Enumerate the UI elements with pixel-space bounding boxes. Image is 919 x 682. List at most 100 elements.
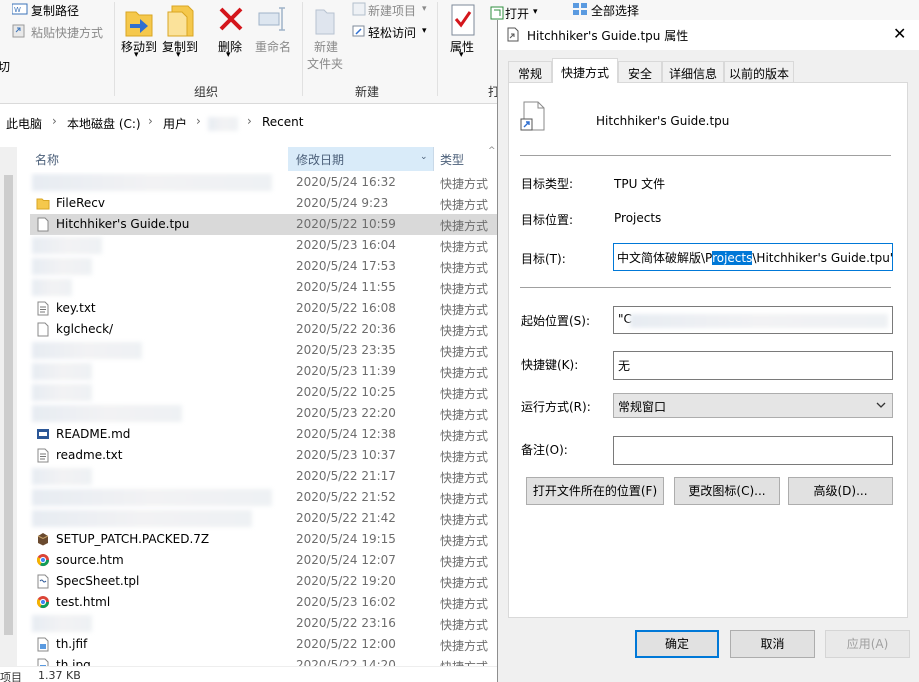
file-row[interactable]: Hitchhiker's Guide.tpu 2020/5/22 10:59 快捷方… [0, 214, 498, 235]
file-name: th.jfif [56, 637, 88, 651]
copy-path-button[interactable]: 复制路径 [31, 2, 79, 19]
file-type: 快捷方式 [440, 576, 489, 590]
run-select[interactable]: 常规窗口 [613, 393, 893, 418]
file-type: 快捷方式 [440, 555, 489, 569]
file-row[interactable]: kglcheck/2020/5/22 20:36 快捷方式 [0, 319, 498, 340]
file-name: key.txt [56, 301, 96, 315]
file-row[interactable]: 2020/5/22 10:25 快捷方式 [0, 382, 498, 403]
paste-shortcut-button[interactable]: 粘贴快捷方式 [31, 24, 103, 41]
file-type: 快捷方式 [440, 177, 489, 191]
file-row[interactable]: README.md 2020/5/24 12:38 快捷方式 [0, 424, 498, 445]
file-type: 快捷方式 [440, 450, 489, 464]
file-row[interactable]: 2020/5/24 16:32 快捷方式 [0, 172, 498, 193]
redacted-username [208, 117, 238, 131]
breadcrumb-chevron-icon[interactable]: › [148, 114, 153, 128]
file-row[interactable]: key.txt 2020/5/22 16:08 快捷方式 [0, 298, 498, 319]
tab-general[interactable]: 常规 [508, 61, 552, 83]
rename-icon [258, 7, 285, 31]
easy-access-icon [352, 25, 365, 37]
hotkey-input[interactable]: 无 [613, 351, 893, 380]
tab-previous-versions[interactable]: 以前的版本 [724, 61, 794, 83]
column-header-date[interactable]: 修改日期 [296, 151, 344, 168]
file-row[interactable]: 2020/5/23 22:20 快捷方式 [0, 403, 498, 424]
file-row[interactable]: 2020/5/23 16:04 快捷方式 [0, 235, 498, 256]
file-name: FileRecv [56, 196, 105, 210]
chevron-down-icon[interactable]: ⌄ [420, 152, 428, 162]
file-row[interactable]: 2020/5/22 21:17 快捷方式 [0, 466, 498, 487]
chevron-up-icon: ^ [488, 146, 496, 156]
change-icon-button[interactable]: 更改图标(C)... [674, 477, 780, 505]
easy-access-button[interactable]: 轻松访问 [368, 24, 416, 41]
file-row[interactable]: 2020/5/23 23:35 快捷方式 [0, 340, 498, 361]
apply-button[interactable]: 应用(A) [825, 630, 910, 658]
shortcut-file-name: Hitchhiker's Guide.tpu [596, 114, 730, 128]
redacted-file-name [32, 510, 252, 527]
target-input-text[interactable]: 中文简体破解版\Projects\Hitchhiker's Guide.tpu" [617, 249, 892, 266]
file-row[interactable]: 2020/5/22 21:42 快捷方式 [0, 508, 498, 529]
column-header-type[interactable]: 类型 [440, 151, 464, 168]
file-row[interactable]: 2020/5/22 21:52 快捷方式 [0, 487, 498, 508]
breadcrumb-users[interactable]: 用户 [163, 115, 187, 132]
archive-file-icon [36, 532, 50, 547]
breadcrumb-chevron-icon[interactable]: › [196, 114, 201, 128]
breadcrumb-chevron-icon[interactable]: › [52, 114, 57, 128]
advanced-button[interactable]: 高级(D)... [788, 477, 893, 505]
file-date: 2020/5/22 21:52 [296, 490, 396, 504]
file-row[interactable]: 2020/5/23 11:39 快捷方式 [0, 361, 498, 382]
redacted-file-name [32, 174, 272, 191]
new-folder-line2[interactable]: 文件夹 [300, 55, 350, 72]
breadcrumb-local-disk[interactable]: 本地磁盘 (C:) [67, 115, 141, 132]
column-header-name[interactable]: 名称 [35, 151, 59, 168]
tab-shortcut[interactable]: 快捷方式 [552, 58, 618, 83]
start-in-input[interactable]: "C [613, 306, 893, 334]
select-all-button[interactable]: 全部选择 [591, 2, 639, 19]
redacted-file-name [32, 468, 92, 485]
new-folder-line1[interactable]: 新建 [306, 38, 346, 55]
file-row[interactable]: source.htm 2020/5/24 12:07 快捷方式 [0, 550, 498, 571]
file-name: source.htm [56, 553, 124, 567]
breadcrumb-recent[interactable]: Recent [262, 115, 303, 129]
comment-input[interactable] [613, 436, 893, 465]
hotkey-label: 快捷键(K): [521, 358, 579, 372]
status-bar: 项目 1.37 KB [0, 666, 498, 682]
ok-button[interactable]: 确定 [635, 630, 719, 658]
file-row[interactable]: th.jpg 2020/5/22 14:20 快捷方式 [0, 655, 498, 666]
file-type: 快捷方式 [440, 408, 489, 422]
chevron-down-icon[interactable] [876, 400, 886, 410]
file-date: 2020/5/24 16:32 [296, 175, 396, 189]
file-row[interactable]: FileRecv 2020/5/24 9:23 快捷方式 [0, 193, 498, 214]
dialog-title: Hitchhiker's Guide.tpu 属性 [527, 29, 689, 43]
file-date: 2020/5/22 16:08 [296, 301, 396, 315]
move-to-button[interactable]: 移动到 [119, 38, 159, 55]
file-date: 2020/5/24 12:38 [296, 427, 396, 441]
target-input[interactable]: 中文简体破解版\Projects\Hitchhiker's Guide.tpu" [613, 243, 893, 271]
tab-security[interactable]: 安全 [618, 61, 662, 83]
redacted-file-name [32, 615, 92, 632]
file-row[interactable]: SETUP_PATCH.PACKED.7Z 2020/5/24 19:15 快捷方式 [0, 529, 498, 550]
breadcrumb-this-pc[interactable]: 此电脑 [6, 115, 42, 132]
close-icon[interactable]: ✕ [893, 24, 906, 44]
cancel-button[interactable]: 取消 [730, 630, 815, 658]
file-date: 2020/5/22 12:00 [296, 637, 396, 651]
new-item-button[interactable]: 新建项目 [368, 2, 416, 19]
ribbon-separator [302, 2, 303, 96]
file-row[interactable]: 2020/5/24 11:55 快捷方式 [0, 277, 498, 298]
file-row[interactable]: SpecSheet.tpl 2020/5/22 19:20 快捷方式 [0, 571, 498, 592]
redacted-path [630, 314, 888, 328]
file-date: 2020/5/23 23:35 [296, 343, 396, 357]
file-row[interactable]: 2020/5/24 17:53 快捷方式 [0, 256, 498, 277]
file-name: SpecSheet.tpl [56, 574, 140, 588]
copy-to-icon [167, 5, 194, 37]
file-row[interactable]: readme.txt 2020/5/23 10:37 快捷方式 [0, 445, 498, 466]
rename-button[interactable]: 重命名 [252, 38, 294, 55]
file-row[interactable]: 2020/5/22 23:16 快捷方式 [0, 613, 498, 634]
file-row[interactable]: test.html 2020/5/23 16:02 快捷方式 [0, 592, 498, 613]
new-folder-icon [315, 9, 335, 35]
tab-details[interactable]: 详细信息 [662, 61, 724, 83]
open-file-location-button[interactable]: 打开文件所在的位置(F) [526, 477, 664, 505]
file-name: th.jpg [56, 658, 91, 666]
chevron-down-icon: ▾ [459, 50, 464, 60]
target-location-label: 目标位置: [521, 213, 574, 227]
breadcrumb-chevron-icon[interactable]: › [247, 114, 252, 128]
file-row[interactable]: th.jfif 2020/5/22 12:00 快捷方式 [0, 634, 498, 655]
